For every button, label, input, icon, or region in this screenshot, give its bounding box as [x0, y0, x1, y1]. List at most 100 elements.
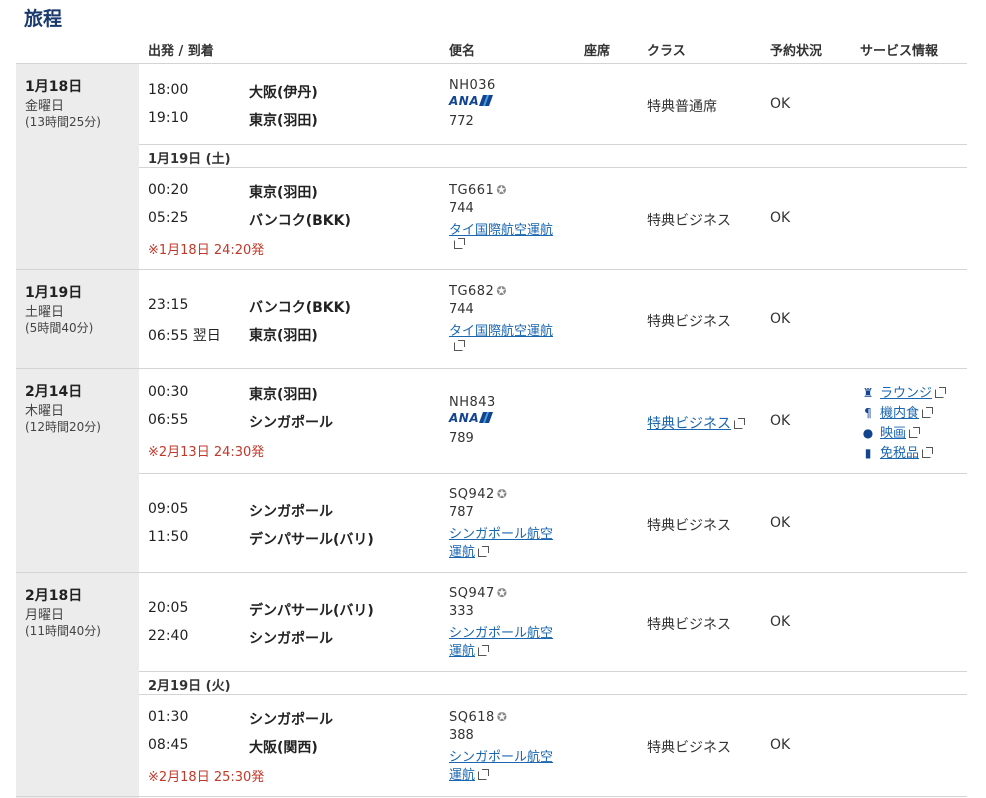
aircraft-type: 388	[449, 728, 474, 743]
status-badge: OK	[770, 311, 791, 327]
dep-time: 18:00	[148, 82, 189, 98]
external-link-icon[interactable]	[922, 407, 934, 418]
operated-by-link[interactable]: 運航	[449, 640, 490, 659]
arr-city: 大阪(関西)	[249, 740, 318, 756]
operated-by-link[interactable]: 運航	[449, 764, 490, 783]
external-link-icon[interactable]	[935, 387, 947, 398]
day-duration: (5時間40分)	[25, 321, 94, 335]
arr-city: 東京(羽田)	[249, 328, 318, 344]
external-link-icon[interactable]	[922, 447, 934, 458]
class-name: 特典ビジネス	[647, 314, 731, 330]
star-alliance-icon: ✪	[496, 183, 507, 197]
arr-time: 22:40	[148, 628, 189, 644]
dep-time: 00:30	[148, 384, 189, 400]
status-badge: OK	[770, 515, 791, 531]
divider	[16, 572, 967, 573]
service-duty-free[interactable]: ▮ 免税品	[860, 442, 934, 461]
header-flight: 便名	[449, 44, 476, 59]
dep-city: デンパサール(バリ)	[249, 603, 374, 619]
dep-time: 01:30	[148, 709, 189, 725]
class-name: 特典ビジネス	[647, 213, 731, 229]
header-status: 予約状況	[770, 44, 823, 59]
external-link-icon[interactable]	[454, 340, 465, 351]
day-weekday: 木曜日	[25, 404, 65, 419]
dep-time: 20:05	[148, 600, 189, 616]
film-camera-icon: ●	[862, 426, 874, 440]
dep-city: 東京(羽田)	[249, 185, 318, 201]
star-alliance-icon: ✪	[496, 586, 508, 600]
dep-city: 東京(羽田)	[249, 387, 318, 403]
class-name: 特典ビジネス	[647, 518, 731, 534]
flight-number: NH843	[449, 395, 496, 410]
page-title: 旅程	[24, 8, 63, 30]
day-date: 1月18日	[25, 79, 83, 95]
divider	[139, 473, 967, 474]
arr-city: 東京(羽田)	[249, 113, 318, 129]
status-badge: OK	[770, 413, 791, 429]
arr-time: 05:25	[148, 210, 189, 226]
arr-time: 11:50	[148, 529, 189, 545]
external-link-icon[interactable]	[478, 546, 490, 557]
class-name: 特典ビジネス	[647, 617, 731, 633]
external-link-icon[interactable]	[454, 238, 465, 249]
day-weekday: 金曜日	[25, 99, 65, 114]
arr-time: 06:55	[148, 412, 189, 428]
status-badge: OK	[770, 210, 791, 226]
service-movie[interactable]: ● 映画	[860, 422, 921, 441]
arr-city: デンパサール(バリ)	[249, 532, 374, 548]
header-depart-arrive: 出発 / 到着	[148, 44, 214, 59]
day-duration: (11時間40分)	[25, 624, 101, 638]
status-badge: OK	[770, 96, 791, 112]
operated-by-link[interactable]: タイ国際航空運航	[449, 320, 553, 339]
sub-date-header: 1月19日 (土)	[148, 152, 231, 167]
external-link-icon[interactable]	[734, 418, 745, 429]
dep-city: 大阪(伊丹)	[249, 85, 318, 101]
sub-date-header: 2月19日 (火)	[148, 679, 231, 694]
star-alliance-icon: ✪	[496, 284, 507, 298]
dep-city: シンガポール	[249, 504, 333, 520]
dep-city: バンコク(BKK)	[249, 300, 351, 316]
divider	[16, 63, 967, 64]
class-name: 特典ビジネス	[647, 740, 731, 756]
day-duration: (13時間25分)	[25, 115, 101, 129]
day-date: 2月18日	[25, 588, 83, 604]
day-date: 2月14日	[25, 384, 83, 400]
arr-city: シンガポール	[249, 631, 333, 647]
flight-number: TG682 ✪	[449, 284, 507, 299]
ana-logo-icon: ANA	[449, 94, 494, 108]
operated-by-link[interactable]: シンガポール航空	[449, 523, 553, 542]
arr-city: バンコク(BKK)	[249, 213, 351, 229]
dep-time: 23:15	[148, 297, 189, 313]
external-link-icon[interactable]	[478, 645, 490, 656]
bottle-icon: ▮	[864, 446, 872, 460]
lounge-icon: ♜	[862, 386, 874, 400]
divider	[139, 694, 967, 695]
day-date: 1月19日	[25, 285, 83, 301]
service-lounge[interactable]: ♜ ラウンジ	[860, 382, 947, 401]
aircraft-type: 789	[449, 431, 474, 446]
fork-knife-icon: ¶	[864, 406, 872, 420]
departure-note: ※2月13日 24:30発	[148, 445, 265, 460]
operated-by-link[interactable]: 運航	[449, 541, 490, 560]
aircraft-type: 787	[449, 505, 474, 520]
aircraft-type: 772	[449, 114, 474, 129]
header-service: サービス情報	[860, 44, 939, 59]
dep-city: シンガポール	[249, 712, 333, 728]
status-badge: OK	[770, 614, 791, 630]
class-name: 特典普通席	[647, 99, 717, 115]
flight-number: SQ942 ✪	[449, 487, 508, 502]
operated-by-link[interactable]: シンガポール航空	[449, 746, 553, 765]
operated-by-link[interactable]: タイ国際航空運航	[449, 219, 553, 238]
status-badge: OK	[770, 737, 791, 753]
divider	[139, 671, 967, 672]
aircraft-type: 333	[449, 604, 474, 619]
header-seat: 座席	[584, 44, 611, 59]
operated-by-link[interactable]: シンガポール航空	[449, 622, 553, 641]
divider	[16, 796, 967, 797]
external-link-icon[interactable]	[478, 769, 490, 780]
day-weekday: 土曜日	[25, 305, 65, 320]
external-link-icon[interactable]	[909, 427, 921, 438]
service-meal[interactable]: ¶ 機内食	[860, 402, 934, 421]
class-link[interactable]: 特典ビジネス	[647, 413, 745, 433]
star-alliance-icon: ✪	[496, 487, 508, 501]
